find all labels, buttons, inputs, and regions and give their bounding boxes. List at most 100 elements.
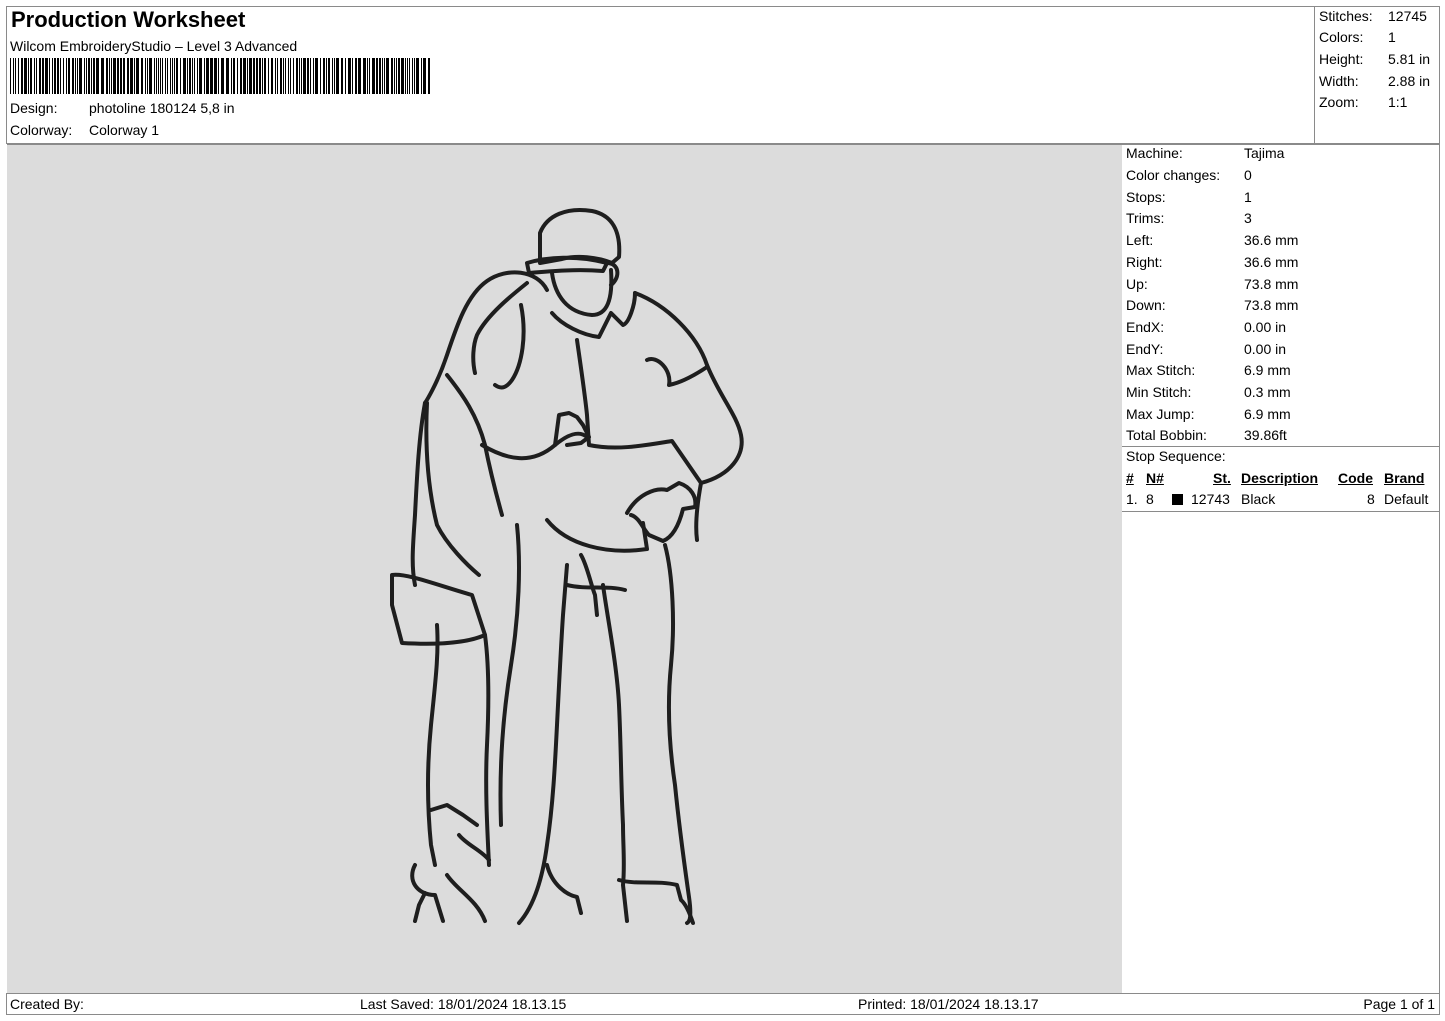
barcode-bar — [106, 58, 108, 94]
man-fly — [579, 553, 599, 617]
barcode-bar — [30, 58, 32, 94]
barcode-bar — [376, 58, 378, 94]
woman-leg-left — [426, 623, 440, 867]
barcode-bar — [323, 58, 325, 94]
barcode-bar — [363, 58, 366, 94]
barcode-bar — [214, 58, 217, 94]
barcode-bar — [109, 58, 110, 94]
stops-value: 1 — [1244, 189, 1252, 205]
barcode-bar — [88, 58, 90, 94]
height-label: Height: — [1319, 51, 1364, 67]
up-label: Up: — [1126, 276, 1148, 292]
barcode-bar — [158, 58, 159, 94]
barcode-bar — [206, 58, 209, 94]
man-leg-right — [663, 543, 693, 925]
last-saved: Last Saved: 18/01/2024 18.13.15 — [360, 996, 567, 1012]
barcode-bar — [231, 58, 232, 94]
barcode-bar — [277, 58, 278, 94]
width-value: 2.88 in — [1388, 73, 1431, 89]
barcode-bar — [34, 58, 35, 94]
barcode-bar — [421, 58, 422, 94]
barcode-bar — [256, 58, 258, 94]
color-changes-value: 0 — [1244, 167, 1252, 183]
total-bobbin-label: Total Bobbin: — [1126, 427, 1207, 443]
barcode-bar — [210, 58, 213, 94]
barcode-bar — [307, 58, 309, 94]
woman-foot — [413, 891, 427, 923]
woman-vest — [445, 373, 504, 517]
barcode-bar — [414, 58, 415, 94]
row-brand: Default — [1384, 491, 1429, 507]
worksheet-title: Production Worksheet — [11, 7, 246, 32]
barcode-bar — [60, 58, 61, 94]
table-divider — [1122, 511, 1440, 512]
man-shoulder — [633, 291, 744, 485]
embroidery-artwork — [390, 208, 744, 925]
endy-label: EndY: — [1126, 341, 1164, 357]
col-code: Code — [1338, 470, 1373, 486]
up-value: 73.8 mm — [1244, 276, 1299, 292]
barcode-bar — [93, 58, 95, 94]
barcode-bar — [134, 58, 135, 94]
barcode-bar — [345, 58, 346, 94]
barcode-bar — [189, 58, 191, 94]
barcode-bar — [391, 58, 393, 94]
barcode-bar — [127, 58, 129, 94]
barcode-bar — [39, 58, 41, 94]
row-index: 1. — [1126, 491, 1138, 507]
barcode-bar — [285, 58, 286, 94]
row-description: Black — [1241, 491, 1276, 507]
stitches-value: 12745 — [1388, 8, 1427, 24]
col-needle: N# — [1146, 470, 1164, 486]
design-preview — [7, 144, 1123, 994]
barcode-bar — [249, 58, 252, 94]
design-name: photoline 180124 5,8 in — [89, 100, 235, 116]
barcode-bar — [369, 58, 370, 94]
man-inner-leg — [517, 563, 569, 925]
barcode-bar — [36, 58, 37, 94]
barcode-bar — [120, 58, 122, 94]
endy-value: 0.00 in — [1244, 341, 1287, 357]
barcode-bar — [296, 58, 298, 94]
max-jump-label: Max Jump: — [1126, 406, 1195, 422]
barcode-bar — [237, 58, 238, 94]
barcode-bar — [394, 58, 395, 94]
machine-info-panel: Machine: Tajima Color changes: 0 Stops: … — [1122, 144, 1440, 993]
barcode-bar — [240, 58, 242, 94]
barcode-bar — [149, 58, 152, 94]
down-value: 73.8 mm — [1244, 297, 1299, 313]
software-name: Wilcom EmbroideryStudio – Level 3 Advanc… — [10, 38, 298, 54]
barcode-bar — [405, 58, 406, 94]
cap-outline — [538, 208, 622, 265]
barcode-bar — [352, 58, 353, 94]
barcode-bar — [401, 58, 404, 94]
barcode-bar — [218, 58, 219, 94]
barcode-bar — [384, 58, 385, 94]
colorway-label: Colorway: — [10, 122, 73, 138]
right-value: 36.6 mm — [1244, 254, 1299, 270]
machine-value: Tajima — [1244, 145, 1285, 161]
barcode-bar — [180, 58, 181, 94]
man-sleeve — [645, 357, 709, 387]
man-hem — [545, 518, 649, 553]
barcode-bar — [315, 58, 318, 94]
man-shoe-left — [545, 863, 583, 915]
barcode-bar — [233, 58, 235, 94]
barcode-bar — [68, 58, 70, 94]
barcode-bar — [77, 58, 78, 94]
col-brand: Brand — [1384, 470, 1425, 486]
barcode-bar — [15, 58, 16, 94]
min-stitch-label: Min Stitch: — [1126, 384, 1192, 400]
man-shoe-right — [617, 878, 695, 925]
thread-color-swatch — [1172, 494, 1183, 505]
machine-label: Machine: — [1126, 145, 1183, 161]
barcode-bar — [303, 58, 306, 94]
barcode-bar — [86, 58, 87, 94]
barcode-bar — [123, 58, 125, 94]
left-label: Left: — [1126, 232, 1154, 248]
row-code: 8 — [1367, 491, 1375, 507]
woman-hair — [423, 270, 549, 405]
barcode-bar — [72, 58, 74, 94]
barcode-bar — [428, 58, 430, 94]
woman-leg-right — [483, 633, 491, 867]
